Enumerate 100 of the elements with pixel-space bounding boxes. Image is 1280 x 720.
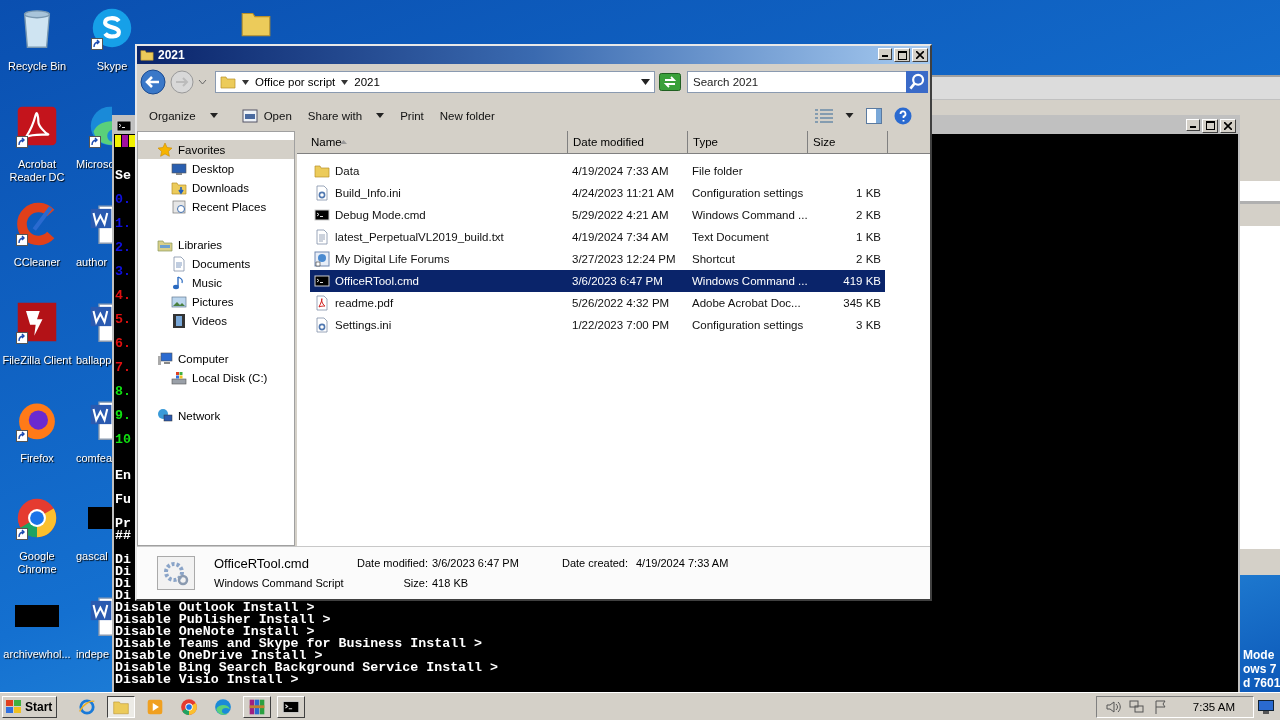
settings-file-icon [314,317,330,333]
maximize-button[interactable] [1202,118,1218,133]
file-row[interactable]: readme.pdf 5/26/2022 4:32 PM Adobe Acrobat Doc... 345 KB [310,292,885,314]
desktop-icon-label[interactable]: FileZilla Client [2,354,72,367]
file-row[interactable]: Data 4/19/2024 7:33 AM File folder [310,160,885,182]
refresh-button[interactable] [659,73,681,91]
nav-item[interactable]: Network [138,406,294,425]
desktop-icon-label[interactable]: indepe [76,648,110,661]
date-modified-text: 3/27/2023 12:24 PM [571,253,677,265]
date-modified-text: 5/26/2022 4:32 PM [571,297,671,309]
file-row[interactable]: OfficeRTool.cmd 3/6/2023 6:47 PM Windows Command ... 419 KB [310,270,885,292]
toolbar-button[interactable]: Organize [143,106,224,125]
window-icon [241,107,258,124]
file-type-text: Text Document [691,231,770,243]
column-header[interactable]: Date modified [568,131,688,154]
nav-item[interactable]: Computer [138,349,294,368]
date-modified-text: 4/19/2024 7:33 AM [571,165,670,177]
search-icon[interactable] [906,71,928,93]
preview-pane-icon[interactable] [866,107,882,124]
toolbar-button[interactable]: Share with [301,106,391,125]
maximize-button[interactable] [894,48,910,62]
column-header[interactable]: Type [688,131,808,154]
gear-file-icon [157,556,195,590]
file-size-text: 1 KB [855,231,882,243]
back-button[interactable] [140,69,166,95]
breadcrumb-item[interactable]: 2021 [354,76,380,88]
network-icon[interactable] [1128,698,1145,715]
minimize-button[interactable] [1186,118,1200,131]
desktop-icon-label[interactable]: Acrobat Reader DC [1,158,73,184]
nav-item[interactable]: Pictures [138,292,294,311]
search-field[interactable]: Search 2021 [687,71,906,93]
console-text: 2. [115,242,131,254]
desktop-icon-label[interactable]: ballapp [76,354,112,367]
desktop-icon-label[interactable]: Firefox [20,452,54,465]
nav-item[interactable]: Documents [138,254,294,273]
dropdown-arrow-icon [209,113,218,118]
help-icon[interactable] [894,106,912,125]
desktop-icon-label[interactable]: Recycle Bin [7,60,67,73]
file-size-text: 419 KB [842,275,882,287]
minimize-button[interactable] [878,48,892,60]
dropdown-arrow-icon[interactable] [845,113,854,118]
close-button[interactable] [1220,118,1236,133]
shortcut-icon [314,251,330,267]
address-bar[interactable]: Office por script 2021 [215,71,655,93]
date-modified-text: 4/24/2023 11:21 AM [571,187,676,199]
flag-icon[interactable] [1152,698,1169,715]
field-value: 3/6/2023 6:47 PM [432,556,519,571]
taskbar-app[interactable] [107,695,136,718]
history-dropdown-icon[interactable] [198,79,207,85]
file-row[interactable]: latest_PerpetualVL2019_build.txt 4/19/2024 7:34 AM Text Document 1 KB [310,226,885,248]
archive-icon [248,697,267,716]
dropdown-arrow-icon[interactable] [641,79,650,85]
breadcrumb-item[interactable]: Office por script [255,76,336,88]
file-type-text: Adobe Acrobat Doc... [691,297,802,309]
close-icon [916,51,924,59]
breadcrumb-arrow-icon[interactable] [242,79,249,85]
maximize-icon [1205,121,1215,130]
file-row[interactable]: Settings.ini 1/22/2023 7:00 PM Configuration settings 3 KB [310,314,885,336]
folder-icon [220,74,236,90]
desktop-icon-label[interactable]: gascal [76,550,108,563]
clock-text[interactable]: 7:35 AM [1192,700,1235,713]
nav-item[interactable]: Libraries [138,235,294,254]
skype-icon[interactable] [90,6,134,50]
desktop-icon-label[interactable]: archivewhol... [3,648,71,661]
nav-item[interactable]: Music [138,273,294,292]
nav-item[interactable]: Videos [138,311,294,330]
nav-item[interactable]: Desktop [138,159,294,178]
desktop-icon-label[interactable]: author [76,256,108,269]
nav-item[interactable]: Local Disk (C:) [138,368,294,387]
picture-icon [171,293,187,310]
minimize-icon [882,55,888,57]
chrome-icon[interactable] [15,496,59,540]
acrobat-icon[interactable] [15,104,59,148]
nav-item[interactable]: Favorites [138,140,294,159]
nav-item[interactable]: Recent Places [138,197,294,216]
filezilla-icon[interactable] [15,300,59,344]
desktop-version-text: ows 7 [1243,662,1278,676]
file-name: Debug Mode.cmd [335,209,426,221]
desktop-icon-label[interactable]: Skype [96,60,128,73]
file-row[interactable]: Debug Mode.cmd 5/29/2022 4:21 AM Windows Command ... 2 KB [310,204,885,226]
column-header[interactable]: Size [808,131,888,154]
file-type-text: Configuration settings [691,319,805,331]
column-header[interactable]: Name [297,131,568,154]
file-row[interactable]: Build_Info.ini 4/24/2023 11:21 AM Configuration settings 1 KB [310,182,885,204]
breadcrumb-arrow-icon[interactable] [341,79,349,85]
toolbar-button[interactable]: Print [394,106,430,125]
file-row[interactable]: My Digital Life Forums 3/27/2023 12:24 PM Shortcut 2 KB [310,248,885,270]
show-desktop-icon[interactable] [1258,699,1274,714]
toolbar-button[interactable]: Open [227,104,298,127]
file-name: My Digital Life Forums [335,253,450,265]
volume-icon[interactable] [1104,698,1121,715]
close-button[interactable] [912,48,928,62]
desktop-icon-label[interactable]: comfea [76,452,113,465]
toolbar-button[interactable]: New folder [433,106,501,125]
console-text: 4. [115,290,131,302]
field-label: Size: [403,576,429,591]
desktop-icon-label[interactable]: CCleaner [13,256,61,269]
start-button[interactable]: Start [2,695,58,718]
nav-item[interactable]: Downloads [138,178,294,197]
desktop-icon-label[interactable]: Google Chrome [1,550,73,576]
